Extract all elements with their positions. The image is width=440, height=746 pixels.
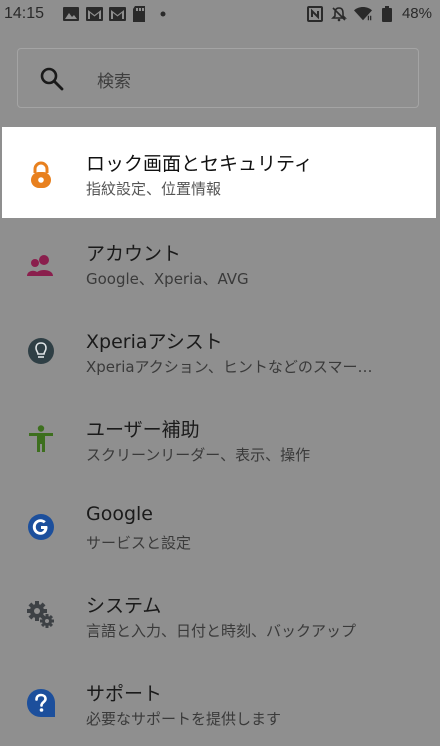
wifi-icon xyxy=(353,6,372,22)
settings-item-lock-screen-security[interactable]: ロック画面とセキュリティ 指紋設定、位置情報 xyxy=(0,132,440,216)
item-title: ユーザー補助 xyxy=(86,419,200,441)
lightbulb-icon xyxy=(26,336,56,366)
status-bar: 14:15 48% xyxy=(0,0,440,30)
image-icon xyxy=(62,6,80,22)
item-subtitle: Google、Xperia、AVG xyxy=(86,270,249,288)
settings-item-support[interactable]: サポート 必要なサポートを提供します xyxy=(0,662,440,746)
item-subtitle: スクリーンリーダー、表示、操作 xyxy=(86,446,311,464)
search-placeholder: 検索 xyxy=(97,72,131,92)
item-title: サポート xyxy=(86,683,163,705)
battery-icon xyxy=(378,5,396,22)
notification-icons xyxy=(62,6,172,22)
item-title: アカウント xyxy=(86,243,182,265)
lock-icon xyxy=(26,160,56,190)
dot-icon xyxy=(154,6,172,22)
status-time: 14:15 xyxy=(4,5,45,22)
item-title: システム xyxy=(86,595,162,617)
settings-item-accessibility[interactable]: ユーザー補助 スクリーンリーダー、表示、操作 xyxy=(0,398,440,482)
settings-item-accounts[interactable]: アカウント Google、Xperia、AVG xyxy=(0,222,440,306)
gmail-icon xyxy=(108,6,126,22)
battery-percentage: 48% xyxy=(401,5,432,22)
accounts-icon xyxy=(26,250,56,280)
item-title: Xperiaアシスト xyxy=(86,331,223,353)
settings-item-xperia-assist[interactable]: Xperiaアシスト Xperiaアクション、ヒントなどのスマー… xyxy=(0,310,440,394)
help-icon xyxy=(26,688,56,718)
item-subtitle: 指紋設定、位置情報 xyxy=(86,180,222,198)
item-subtitle: 必要なサポートを提供します xyxy=(86,710,282,728)
mute-icon xyxy=(330,6,348,22)
google-icon xyxy=(26,512,56,542)
accessibility-icon xyxy=(26,424,56,454)
settings-item-system[interactable]: システム 言語と入力、日付と時刻、バックアップ xyxy=(0,574,440,658)
search-bar[interactable]: 検索 xyxy=(17,48,419,108)
item-title: ロック画面とセキュリティ xyxy=(86,153,313,175)
settings-item-google[interactable]: Google サービスと設定 xyxy=(0,486,440,570)
item-subtitle: サービスと設定 xyxy=(86,534,192,552)
gmail-icon xyxy=(85,6,103,22)
gears-icon xyxy=(26,600,56,630)
item-title: Google xyxy=(86,503,154,525)
nfc-icon xyxy=(306,5,324,22)
item-subtitle: 言語と入力、日付と時刻、バックアップ xyxy=(86,622,357,640)
sd-card-icon xyxy=(131,6,149,22)
status-right: 48% xyxy=(306,5,432,22)
search-icon xyxy=(39,66,65,92)
item-subtitle: Xperiaアクション、ヒントなどのスマー… xyxy=(86,358,373,376)
